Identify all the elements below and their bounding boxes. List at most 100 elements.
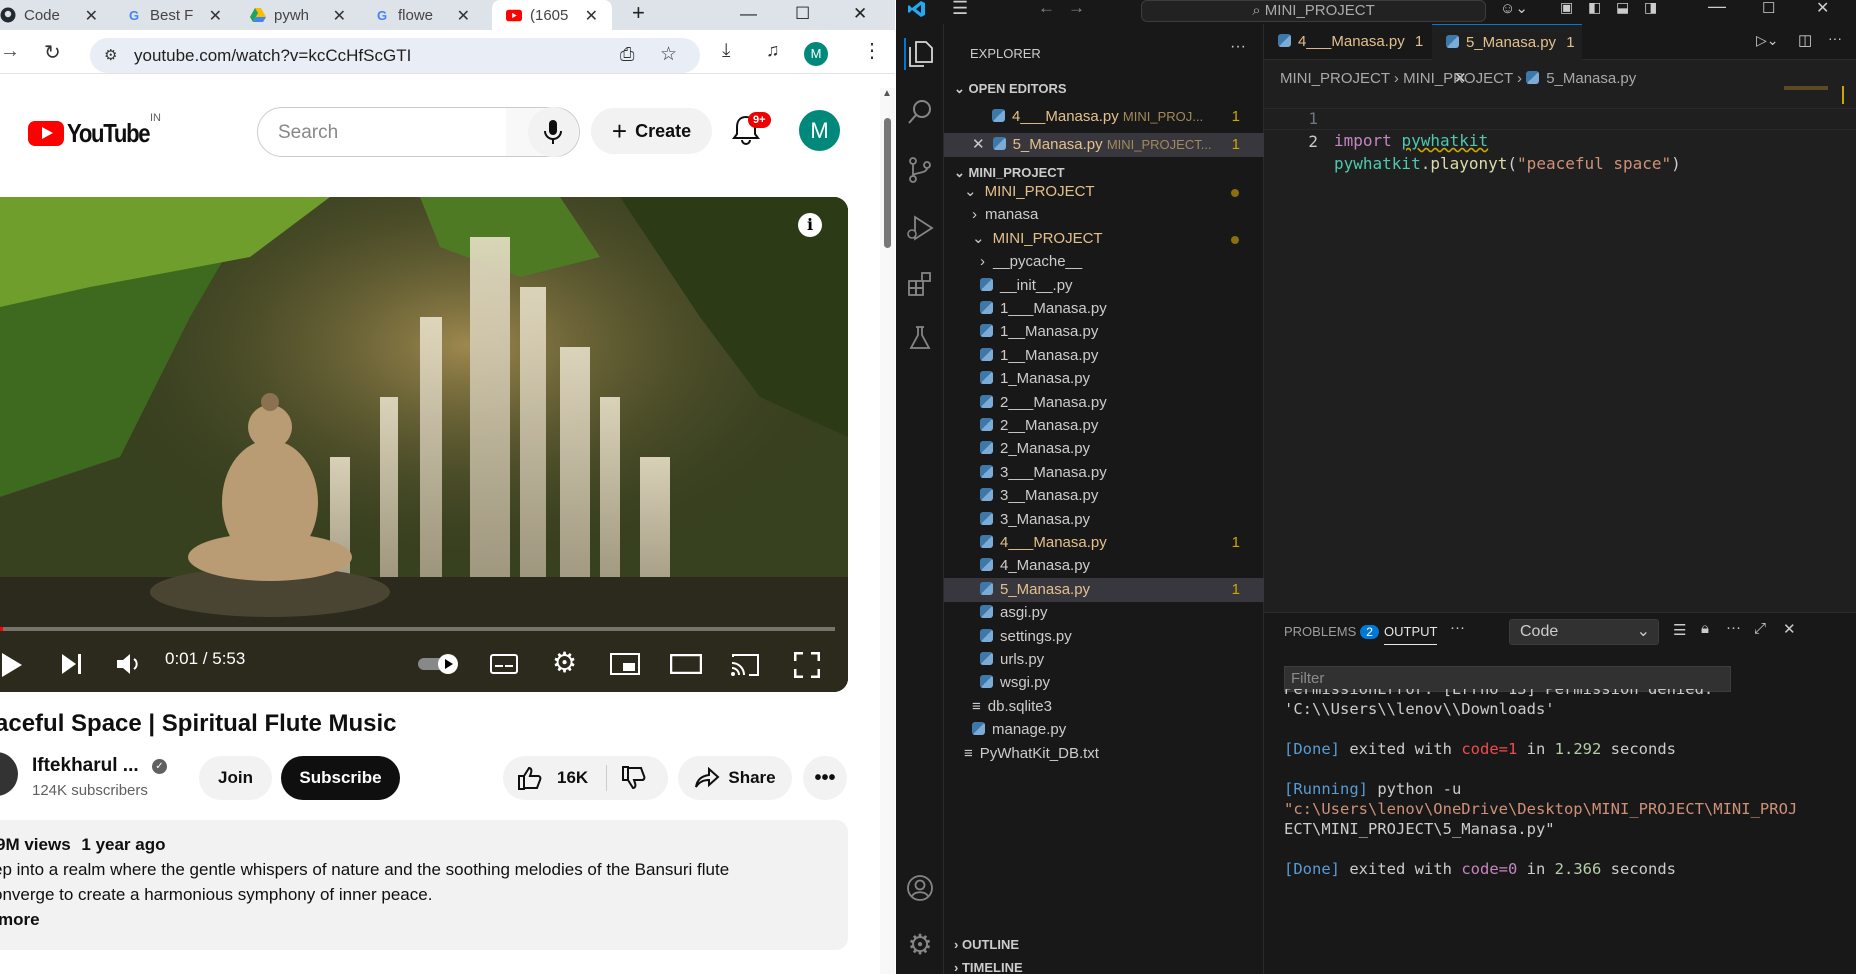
description-box[interactable]: 9M views 1 year ago ep into a realm wher… — [0, 820, 848, 950]
more-actions-button[interactable]: ••• — [803, 756, 847, 800]
maximize-icon[interactable]: ☐ — [795, 4, 810, 24]
theater-mode-icon[interactable] — [670, 654, 702, 674]
tree-item[interactable]: 2__Manasa.py — [944, 414, 1264, 438]
address-bar[interactable]: ⚙ youtube.com/watch?v=kcCcHfScGTI ⎙ ☆ — [90, 38, 700, 73]
run-play-icon[interactable]: ▷⌄ — [1756, 32, 1779, 49]
play-icon[interactable] — [0, 652, 24, 678]
tab-4[interactable]: (1605 ✕ — [492, 0, 612, 30]
profile-avatar[interactable]: M — [804, 42, 828, 66]
split-editor-icon[interactable]: ◫ — [1798, 31, 1812, 49]
tree-item[interactable]: 1__Manasa.py — [944, 344, 1264, 368]
toggle-panel-icon[interactable]: ⬓ — [1616, 0, 1629, 16]
thumbs-down-icon[interactable] — [621, 766, 647, 790]
account-avatar[interactable]: M — [799, 110, 840, 151]
output-tab[interactable]: OUTPUT — [1384, 624, 1438, 645]
volume-icon[interactable] — [115, 652, 143, 676]
bookmark-star-icon[interactable]: ☆ — [660, 43, 677, 66]
tree-item[interactable]: 3___Manasa.py — [944, 461, 1264, 485]
tree-item[interactable]: › manasa — [944, 203, 1264, 227]
fullscreen-icon[interactable] — [794, 652, 820, 678]
tree-item[interactable]: __init__.py — [944, 274, 1264, 298]
tree-item[interactable]: ⌄ MINI_PROJECT — [944, 180, 1264, 204]
install-app-icon[interactable]: ⎙ — [620, 44, 634, 65]
open-editor-item[interactable]: 4___Manasa.py MINI_PROJ... 1 — [944, 105, 1264, 129]
create-button[interactable]: + Create — [591, 108, 712, 154]
reload-icon[interactable]: ↻ — [44, 40, 61, 65]
tree-item[interactable]: 1__Manasa.py — [944, 320, 1264, 344]
voice-search-button[interactable] — [528, 107, 578, 157]
scroll-up-arrow-icon[interactable]: ▲ — [882, 88, 892, 99]
workspace-header[interactable]: ⌄ MINI_PROJECT — [954, 165, 1065, 181]
settings-gear-icon[interactable]: ⚙ — [552, 646, 577, 679]
close-icon[interactable]: ✕ — [585, 6, 598, 26]
breadcrumb-item[interactable]: MINI_PROJECT — [1403, 70, 1513, 87]
forward-icon[interactable]: → — [0, 40, 20, 63]
tab-2[interactable]: pywh ✕ — [236, 0, 360, 30]
subscribe-button[interactable]: Subscribe — [281, 756, 400, 800]
forward-arrow-icon[interactable]: → — [1068, 0, 1085, 18]
ellipsis-icon[interactable]: ··· — [1726, 619, 1741, 636]
next-icon[interactable] — [60, 652, 84, 676]
close-icon[interactable]: ✕ — [85, 6, 98, 26]
source-control-icon[interactable] — [904, 154, 936, 186]
video-player[interactable]: i 0:01 / 5:53 ⚙ — [0, 197, 848, 692]
toggle-sidebar-icon[interactable]: ◧ — [1588, 0, 1601, 16]
problems-tab[interactable]: PROBLEMS 2 — [1284, 624, 1379, 639]
back-arrow-icon[interactable]: ← — [1038, 0, 1055, 18]
hamburger-menu-icon[interactable]: ☰ — [952, 0, 968, 19]
tab-1[interactable]: G Best F ✕ — [112, 0, 236, 30]
explorer-files-icon[interactable] — [904, 38, 936, 70]
tree-item[interactable]: 2_Manasa.py — [944, 437, 1264, 461]
maximize-panel-icon[interactable]: ⤢ — [1754, 620, 1766, 637]
close-icon[interactable]: ✕ — [209, 6, 222, 26]
minimize-icon[interactable]: — — [740, 4, 757, 24]
timeline-header[interactable]: › TIMELINE — [954, 960, 1023, 974]
search-icon[interactable] — [904, 96, 936, 128]
progress-bar[interactable] — [0, 627, 835, 631]
tree-item[interactable]: 4___Manasa.py 1 — [944, 531, 1264, 555]
outline-header[interactable]: › OUTLINE — [954, 937, 1019, 952]
breadcrumb-item[interactable]: 5_Manasa.py — [1546, 70, 1636, 87]
toggle-secondary-sidebar-icon[interactable]: ◨ — [1644, 0, 1657, 16]
scroll-thumb[interactable] — [884, 118, 891, 248]
page-scrollbar[interactable]: ▲ — [880, 88, 895, 974]
youtube-logo[interactable]: YouTube — [28, 118, 164, 149]
tree-item[interactable]: 5_Manasa.py 1 — [944, 577, 1264, 602]
editor-tab[interactable]: 4___Manasa.py 1 — [1264, 24, 1432, 60]
subtitles-icon[interactable] — [490, 654, 518, 674]
show-more-link[interactable]: more — [0, 910, 40, 930]
accounts-icon[interactable] — [904, 872, 936, 904]
download-icon[interactable]: ⤓ — [722, 40, 730, 62]
tree-item[interactable]: 1_Manasa.py — [944, 367, 1264, 391]
tree-item[interactable]: 3__Manasa.py — [944, 484, 1264, 508]
tree-item[interactable]: wsgi.py — [944, 671, 1264, 695]
output-channel-select[interactable]: Code ⌄ — [1509, 619, 1659, 645]
search-input[interactable]: Search — [257, 107, 507, 157]
share-button[interactable]: Share — [678, 756, 792, 800]
command-center[interactable]: ⌕ MINI_PROJECT — [1141, 0, 1486, 22]
tree-item[interactable]: settings.py — [944, 625, 1264, 649]
tree-item[interactable]: › __pycache__ — [944, 250, 1264, 274]
tree-item[interactable]: 4_Manasa.py — [944, 554, 1264, 578]
menu-kebab-icon[interactable]: ⋮ — [862, 38, 882, 63]
channel-avatar[interactable] — [0, 752, 18, 796]
miniplayer-icon[interactable] — [610, 653, 640, 675]
minimize-icon[interactable]: — — [1708, 0, 1726, 17]
breadcrumb-item[interactable]: MINI_PROJECT — [1280, 70, 1390, 87]
open-editor-item[interactable]: ✕ 5_Manasa.py MINI_PROJECT... 1 — [944, 133, 1264, 157]
tree-item[interactable]: manage.py — [944, 718, 1264, 742]
new-tab-icon[interactable]: + — [632, 0, 645, 26]
testing-flask-icon[interactable] — [904, 322, 936, 354]
tree-item[interactable]: ≡ db.sqlite3 — [944, 695, 1264, 719]
open-editors-header[interactable]: ⌄ OPEN EDITORS — [954, 81, 1067, 97]
join-button[interactable]: Join — [199, 756, 272, 800]
close-icon[interactable]: ✕ — [1783, 620, 1796, 638]
like-count[interactable]: 16K — [557, 768, 588, 788]
run-debug-icon[interactable] — [904, 212, 936, 244]
media-control-icon[interactable]: ♫ — [766, 40, 780, 61]
lock-icon[interactable]: 🔒︎ — [1701, 620, 1709, 637]
close-icon[interactable]: ✕ — [972, 136, 985, 153]
tree-item[interactable]: 3_Manasa.py — [944, 508, 1264, 532]
tree-item[interactable]: 2___Manasa.py — [944, 391, 1264, 415]
maximize-icon[interactable]: ☐ — [1762, 0, 1775, 17]
